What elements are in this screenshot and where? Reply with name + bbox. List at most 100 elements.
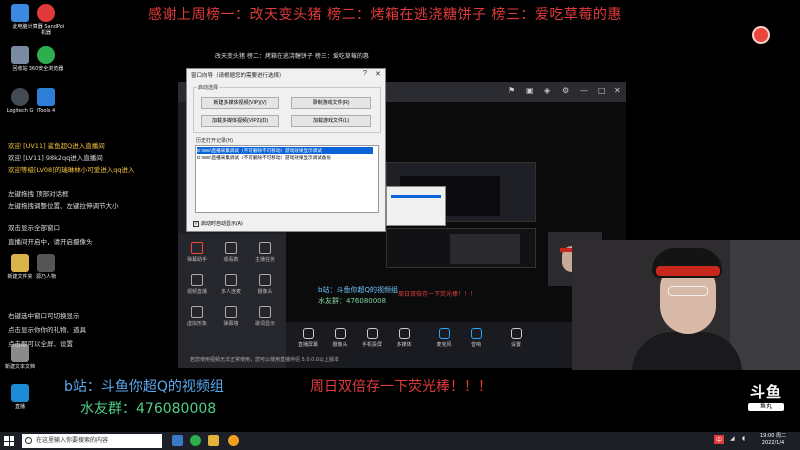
desktop-icon-itools[interactable]: iTools 4 <box>26 88 66 114</box>
chat-line: 点击显示你你的礼物、道具 <box>8 326 86 334</box>
new-media-video-button[interactable]: 新建多媒体视频(VIP)(V) <box>201 97 279 109</box>
network-icon[interactable]: ◢ <box>730 435 735 442</box>
close-icon[interactable]: ✕ <box>375 70 381 78</box>
app-status-text: 若您使用视频无法正常使用，您可以使用直播伴侣 5.0.0.0以上版本 <box>190 357 340 363</box>
toolbar-phone-cast[interactable]: 手机投屏 <box>358 328 386 348</box>
chat-line: 左键拖拽 顶部对话框 <box>8 190 69 198</box>
settings-icon <box>510 328 522 339</box>
lock-icon[interactable]: ▣ <box>526 86 534 95</box>
history-list[interactable]: D:\WE\直播采集调试（不可删除不可移动）游戏效果显示调试 D:\WE\直播采… <box>195 145 379 213</box>
history-label: 历史打开记录(H) <box>195 137 234 144</box>
search-icon <box>25 437 32 444</box>
bilibili-overlay-text: b站：斗鱼你超Q的视频组 <box>64 379 224 395</box>
qq-group-overlay-text: 水友群：476080008 <box>80 401 217 417</box>
windows-start-icon[interactable] <box>4 436 14 446</box>
preview-sunday-text: 周日双倍存一下荧光棒！！！ <box>398 291 477 298</box>
ime-indicator[interactable]: 中 <box>714 435 725 444</box>
danmu-icon <box>191 242 203 254</box>
preview-bilibili-text: b站：斗鱼你超Q的视频组 <box>318 286 398 294</box>
toolbar-camera[interactable]: 摄像头 <box>326 328 354 348</box>
app-taskbar-icon[interactable] <box>228 435 239 446</box>
taskbar-clock[interactable]: 19:00 周二 2022/1/4 <box>760 433 786 447</box>
record-icon[interactable] <box>752 26 770 44</box>
preview-qq-text: 水友群：476080008 <box>318 297 387 305</box>
toolbar-media[interactable]: 多媒体 <box>390 328 418 348</box>
sidebar-item-danmu[interactable]: 弹幕助手 <box>180 242 214 263</box>
sidebar-item-viewers[interactable]: 观看数 <box>214 242 248 263</box>
sidebar-item-lyrics[interactable]: 歌词显示 <box>248 306 282 327</box>
settings-icon[interactable]: ⚙ <box>562 86 569 95</box>
file-explorer-icon[interactable] <box>208 435 219 446</box>
dialog-title: 窗口向导（请根据您的需要进行选择） <box>191 73 285 79</box>
thanks-banner: 感谢上周榜一：改天变头猪 榜二：烤箱在逃浇糖饼子 榜三：爱吃草莓的惠 <box>148 7 622 23</box>
lyrics-icon <box>259 306 271 318</box>
multi-mic-icon <box>225 274 237 286</box>
app-sidebar: 弹幕助手 观看数 主播任务 视频直播 多人连麦 摄像头 虚拟形象 弹幕墙 歌词显… <box>178 234 286 368</box>
webcam-feed <box>572 240 800 370</box>
browser-taskbar-icon[interactable] <box>190 435 201 446</box>
sidebar-item-avatar[interactable]: 虚拟形象 <box>180 306 214 327</box>
chat-line: 点击即可以全屏、设置 <box>8 340 73 348</box>
pin-icon[interactable]: ⚑ <box>508 86 515 95</box>
maximize-icon[interactable]: □ <box>598 86 606 95</box>
sidebar-item-multi-mic[interactable]: 多人连麦 <box>214 274 248 295</box>
desktop-icon-360-browser[interactable]: 360安全浏览器 <box>26 46 66 72</box>
douyu-logo: 斗鱼 鱼丸 <box>748 383 784 411</box>
list-item[interactable]: D:\WE\直播采集调试（不可删除不可移动）游戏效果显示调试 <box>197 147 373 154</box>
window-wizard-dialog: 窗口向导（请根据您的需要进行选择） ? ✕ 启动选择 新建多媒体视频(VIP)(… <box>186 68 386 232</box>
chat-line: 欢迎 [UV11] 鲨鱼超Q进入直播间 <box>8 142 105 150</box>
help-icon[interactable]: ? <box>363 70 367 77</box>
browser-icon <box>37 46 55 64</box>
desktop-icon-character[interactable]: 源乃人物 <box>26 254 66 280</box>
screen-icon <box>302 328 314 339</box>
gift-icon[interactable]: ◈ <box>544 86 550 95</box>
close-icon[interactable]: ✕ <box>614 86 621 95</box>
task-view-icon[interactable] <box>172 435 183 446</box>
nested-dialog <box>386 186 446 226</box>
camera-icon <box>259 274 271 286</box>
taskbar-search-input[interactable]: 在这里输入你要搜索的内容 <box>22 434 162 448</box>
media-icon <box>398 328 410 339</box>
toolbar-speaker[interactable]: 音响 <box>462 328 490 348</box>
tasks-icon <box>259 242 271 254</box>
toolbar-settings[interactable]: 设置 <box>502 328 530 348</box>
toolbar-screen[interactable]: 直播屏幕 <box>294 328 322 348</box>
sidebar-item-camera[interactable]: 摄像头 <box>248 274 282 295</box>
sidebar-item-tasks[interactable]: 主播任务 <box>248 242 282 263</box>
toolbar-mic[interactable]: 麦克风 <box>430 328 458 348</box>
sidebar-item-danmu-wall[interactable]: 弹幕墙 <box>214 306 248 327</box>
load-game-file-button[interactable]: 加载游戏文件(L) <box>291 115 371 127</box>
danmu-wall-icon <box>225 306 237 318</box>
calculator-icon <box>37 4 55 22</box>
sunday-overlay-text: 周日双倍存一下荧光棒！！！ <box>310 379 492 395</box>
load-media-video-button[interactable]: 加载多媒体视频(VIP2)(D) <box>201 115 279 127</box>
chat-line: 直播间开启中，请开启摄像头 <box>8 238 93 246</box>
speaker-icon <box>470 328 482 339</box>
avatar-icon <box>191 306 203 318</box>
taskbar: 在这里输入你要搜索的内容 中 ◢ ◖ 19:00 周二 2022/1/4 <box>0 432 800 450</box>
chat-line: 右键选中窗口可切换显示 <box>8 312 80 320</box>
checkbox-check-icon: ✓ <box>193 220 199 227</box>
volume-icon[interactable]: ◖ <box>742 435 745 442</box>
phone-icon <box>366 328 378 339</box>
live-icon <box>11 384 29 402</box>
startup-group-label: 启动选择 <box>197 84 220 91</box>
minimize-icon[interactable]: — <box>580 86 588 95</box>
preview-title: 改天变头猪 榜二：烤箱在逃浇糖饼子 榜三：爱吃草莓的惠 <box>215 53 369 60</box>
desktop-icon-live[interactable]: 直播 <box>0 384 40 410</box>
chat-line: 欢迎等级[LV08]的瑞琳林小可爱进入qq进入 <box>8 166 135 174</box>
chat-line: 左键拖拽调整位置、左键拉伸调节大小 <box>8 202 119 210</box>
auto-show-checkbox[interactable]: ✓ 启动时自动显示(A) <box>193 220 243 227</box>
desktop-icon-calculator[interactable]: 计算器 SandPoi机器 <box>26 4 66 36</box>
list-item[interactable]: D:\WE\直播采集调试（不可删除不可移动）游戏效果显示调试备份 <box>197 154 373 161</box>
viewers-icon <box>225 242 237 254</box>
video-icon <box>191 274 203 286</box>
itools-icon <box>37 88 55 106</box>
chat-line: 欢迎 [LV11] 98k2qq进入直播间 <box>8 154 103 162</box>
camera-icon <box>334 328 346 339</box>
microphone-icon <box>438 328 450 339</box>
desktop: 此电脑 计算器 SandPoi机器 回收站 360安全浏览器 Logitech … <box>0 0 800 432</box>
sidebar-item-video-live[interactable]: 视频直播 <box>180 274 214 295</box>
chat-line: 双击显示全部窗口 <box>8 224 60 232</box>
record-game-file-button[interactable]: 录制游戏文件(R) <box>291 97 371 109</box>
